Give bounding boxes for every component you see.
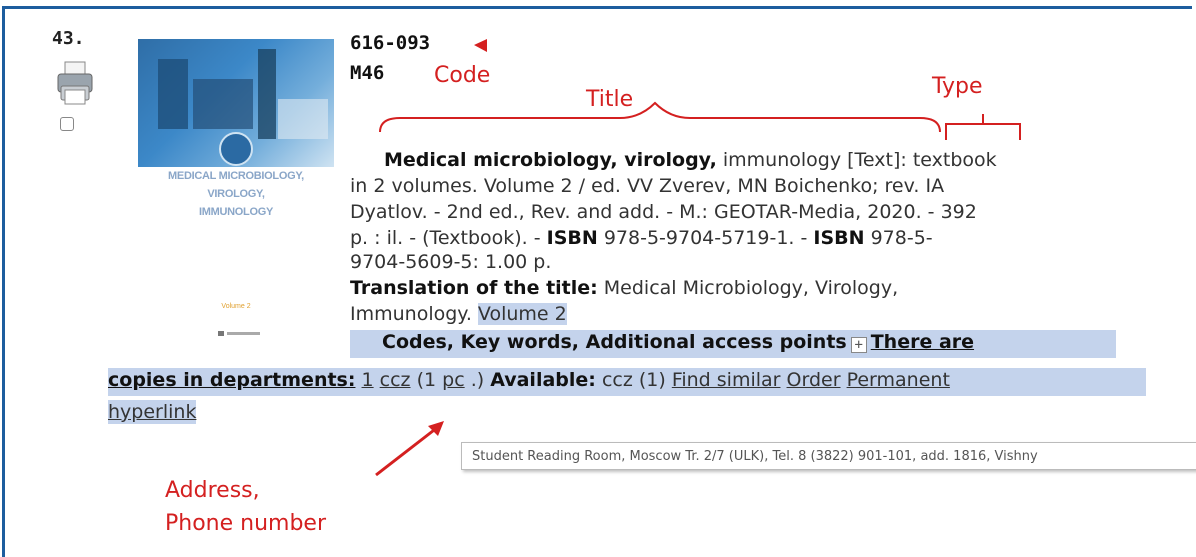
address-arrow-line — [375, 425, 439, 477]
code-arrow-icon — [474, 39, 487, 52]
title-brace — [379, 101, 941, 133]
annotation-overlay — [375, 39, 1021, 477]
type-brace — [945, 114, 1021, 140]
